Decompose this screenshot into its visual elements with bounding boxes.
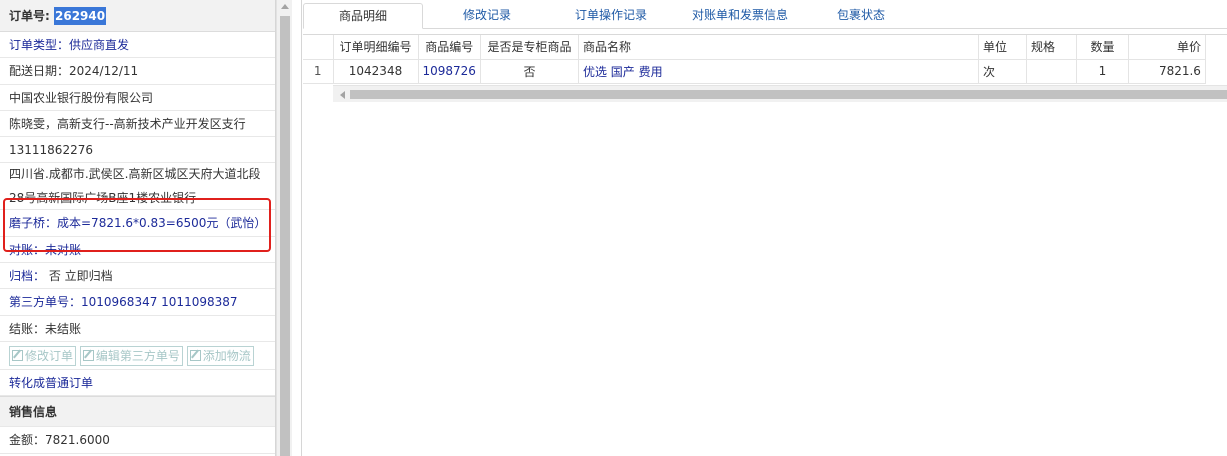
- edit-icon: [189, 350, 201, 362]
- contact-info: 陈晓雯，高新支行--高新技术产业开发区支行: [0, 111, 275, 138]
- column-header[interactable]: 商品名称: [578, 35, 979, 60]
- action-buttons: 修改订单 编辑第三方单号 添加物流: [0, 342, 275, 370]
- product-id-link[interactable]: 1098726: [418, 59, 481, 84]
- tab-order-operation-log[interactable]: 订单操作记录: [551, 3, 671, 29]
- product-grid: 订单明细编号 商品编号 是否是专柜商品 商品名称 单位 规格 数量 单价 1 1…: [303, 34, 1227, 103]
- table-header-row: 订单明细编号 商品编号 是否是专柜商品 商品名称 单位 规格 数量 单价: [303, 35, 1206, 60]
- column-header[interactable]: 订单明细编号: [333, 35, 419, 60]
- convert-order-link[interactable]: 转化成普通订单: [0, 370, 275, 397]
- edit-icon: [82, 350, 94, 362]
- grid-horizontal-scrollbar[interactable]: [333, 85, 1227, 102]
- archive-now-link[interactable]: 否 立即归档: [49, 269, 113, 283]
- edit-third-party-button[interactable]: 编辑第三方单号: [79, 346, 183, 367]
- unit: 次: [978, 59, 1027, 84]
- column-header[interactable]: 规格: [1026, 35, 1077, 60]
- column-header[interactable]: 是否是专柜商品: [480, 35, 579, 60]
- column-header: [303, 35, 334, 60]
- edit-icon: [12, 350, 23, 362]
- horizontal-scrollbar-thumb[interactable]: [350, 90, 1227, 99]
- column-header[interactable]: 单位: [978, 35, 1027, 60]
- add-logistics-label: 添加物流: [202, 349, 251, 364]
- tab-product-details[interactable]: 商品明细: [303, 3, 423, 29]
- table-row[interactable]: 1 1042348 1098726 否 优选 国产 费用 次 1 7821.6: [303, 59, 1206, 84]
- address-line-2: 28号高新国际广场B座1楼农业银行: [0, 187, 275, 211]
- scrollbar-thumb[interactable]: [280, 16, 290, 456]
- sales-amount: 金额：7821.6000: [0, 427, 275, 454]
- order-number-value[interactable]: 262940: [54, 7, 107, 25]
- order-info-panel: 订单号: 262940 订单类型：供应商直发 配送日期：2024/12/11 中…: [0, 0, 276, 456]
- panel-splitter[interactable]: [292, 0, 302, 456]
- tab-edit-history[interactable]: 修改记录: [427, 3, 547, 29]
- settle-status: 结账：未结账: [0, 316, 275, 342]
- scroll-up-arrow-icon[interactable]: [281, 4, 289, 9]
- phone-number: 13111862276: [0, 137, 275, 164]
- detail-panel: 商品明细 修改记录 订单操作记录 对账单和发票信息 包裹状态 订单明细编号 商品…: [303, 0, 1227, 456]
- reconcile-status: 对账：未对账: [0, 237, 275, 264]
- archive-label: 归档：: [9, 269, 46, 284]
- edit-third-party-label: 编辑第三方单号: [95, 349, 180, 364]
- address-line-1: 四川省.成都市.武侯区.高新区城区天府大道北段: [9, 167, 261, 182]
- unit-price: 7821.6: [1128, 59, 1206, 84]
- order-type: 订单类型：供应商直发: [0, 32, 275, 59]
- column-header[interactable]: 数量: [1076, 35, 1129, 60]
- column-header[interactable]: 商品编号: [418, 35, 481, 60]
- spec: [1026, 59, 1077, 84]
- product-table: 订单明细编号 商品编号 是否是专柜商品 商品名称 单位 规格 数量 单价 1 1…: [303, 35, 1206, 84]
- archive-row: 归档： 否 立即归档: [0, 263, 275, 290]
- cost-note: 磨子桥：成本=7821.6*0.83=6500元（武怡）: [0, 210, 275, 237]
- delivery-date: 配送日期：2024/12/11: [0, 58, 275, 85]
- order-number-row: 订单号: 262940: [0, 0, 275, 32]
- row-number: 1: [303, 59, 334, 84]
- sales-section-title: 销售信息: [0, 396, 275, 428]
- customer-name: 中国农业银行股份有限公司: [0, 85, 275, 111]
- order-detail-id: 1042348: [333, 59, 419, 84]
- order-number-label: 订单号:: [9, 9, 50, 23]
- tab-bar: 商品明细 修改记录 订单操作记录 对账单和发票信息 包裹状态: [303, 0, 1227, 29]
- add-logistics-button[interactable]: 添加物流: [186, 346, 254, 367]
- third-party-numbers: 第三方单号：1010968347 1011098387: [0, 289, 275, 316]
- edit-order-button[interactable]: 修改订单: [9, 346, 77, 367]
- product-name-link[interactable]: 优选 国产 费用: [578, 59, 979, 84]
- column-header[interactable]: 单价: [1128, 35, 1206, 60]
- quantity: 1: [1076, 59, 1129, 84]
- tab-package-status[interactable]: 包裹状态: [811, 3, 911, 29]
- left-panel-scrollbar[interactable]: [276, 0, 292, 456]
- tab-statement-invoice[interactable]: 对账单和发票信息: [675, 3, 805, 29]
- edit-order-label: 修改订单: [25, 349, 74, 364]
- is-counter-product: 否: [480, 59, 579, 84]
- scroll-left-arrow-icon[interactable]: [340, 91, 345, 99]
